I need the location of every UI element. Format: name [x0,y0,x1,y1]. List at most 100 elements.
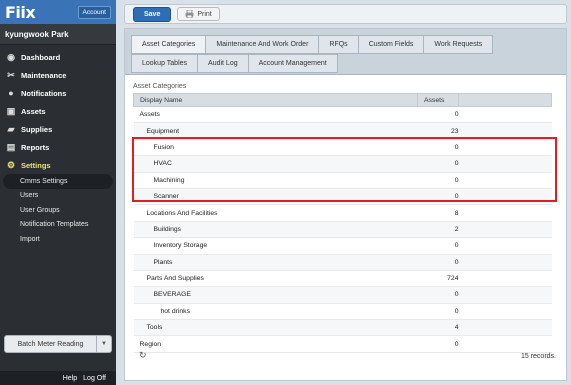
nav-label: Maintenance [21,70,67,80]
category-name: Buildings [133,221,418,239]
table-row[interactable]: Buildings 2 [133,221,552,239]
category-name: Region [133,335,418,353]
tools-icon: ✂ [7,69,15,80]
tab-asset-categories[interactable]: Asset Categories [131,35,207,54]
asset-count: 4 [417,319,459,337]
table-row[interactable]: Plants 0 [133,254,552,271]
main-panel: Asset Categories Maintenance And Work Ord… [124,28,567,381]
row-spacer [458,319,552,337]
asset-count: 2 [417,221,459,239]
asset-categories-table: Display Name Assets Assets 0 Equipment 23 Fu… [133,93,552,353]
row-spacer [458,286,552,304]
asset-count: 0 [417,155,459,173]
subnav-item-cmms-settings[interactable]: Cmms Settings [3,174,113,189]
category-name: Assets [133,106,418,124]
nav-item-assets[interactable]: ▣ Assets [0,102,116,120]
chevron-down-icon[interactable]: ▼ [96,336,111,352]
table-row[interactable]: Locations And Facilities 8 [133,204,552,222]
tab-rfqs[interactable]: RFQs [318,35,359,54]
asset-count: 8 [417,204,459,222]
table-row[interactable]: hot drinks 0 [133,303,552,321]
asset-count: 0 [417,139,459,157]
nav-label: Assets [21,106,46,116]
table-row[interactable]: Scanner 0 [133,188,552,206]
tab-row-2: Lookup Tables Audit Log Account Management [131,54,560,73]
settings-subnav: Cmms Settings Users User Groups Notificatio… [0,174,116,247]
table-row[interactable]: BEVERAGE 0 [133,286,552,304]
nav-item-supplies[interactable]: ▰ Supplies [0,120,116,138]
tab-audit-log[interactable]: Audit Log [197,54,249,73]
category-name: Inventory Storage [133,237,418,255]
brand-bar: Fiix Account [0,0,116,24]
toolbar: Save Print [124,4,567,24]
asset-count: 0 [417,286,459,304]
table-row[interactable]: Machining 0 [133,172,552,189]
subnav-item-import[interactable]: Import [0,232,116,247]
row-spacer [458,106,552,124]
account-button[interactable]: Account [77,5,111,19]
col-assets[interactable]: Assets [417,93,459,107]
help-link[interactable]: Help [63,375,77,382]
nav-item-maintenance[interactable]: ✂ Maintenance [0,66,116,84]
table-row[interactable]: Tools 4 [133,319,552,337]
table-row[interactable]: Equipment 23 [133,122,552,140]
row-spacer [458,139,552,157]
nav-label: Dashboard [21,52,61,62]
chat-icon: ● [8,88,14,98]
asset-count: 23 [417,122,459,140]
table-row[interactable]: Assets 0 [133,106,552,124]
category-name: Fusion [133,139,418,157]
row-spacer [458,237,552,255]
asset-count: 0 [417,335,459,353]
fiix-logo: Fiix [5,2,36,22]
tab-work-requests[interactable]: Work Requests [423,35,494,54]
row-spacer [458,188,552,206]
tab-custom-fields[interactable]: Custom Fields [357,35,425,54]
tab-row-1: Asset Categories Maintenance And Work Ord… [131,35,560,54]
asset-count: 0 [417,303,459,321]
category-name: BEVERAGE [133,286,418,304]
subnav-item-users[interactable]: Users [0,189,116,204]
category-name: Machining [133,172,418,189]
batch-meter-reading-label: Batch Meter Reading [17,340,84,348]
nav-item-settings[interactable]: ⚙ Settings [0,156,116,174]
content: Asset Categories Display Name Assets Ass… [125,75,566,359]
subnav-item-user-groups[interactable]: User Groups [0,203,116,218]
nav-label: Notifications [21,88,67,98]
category-name: Plants [133,254,418,271]
row-spacer [458,122,552,140]
table-row[interactable]: Fusion 0 [133,139,552,157]
asset-count: 0 [417,172,459,189]
row-spacer [458,155,552,173]
tab-lookup-tables[interactable]: Lookup Tables [131,54,199,73]
main-nav: ◉ Dashboard ✂ Maintenance ● Notifications ▣ Ass… [0,45,116,174]
table-row[interactable]: Region 0 [133,335,552,353]
print-button[interactable]: Print [177,7,220,21]
sidebar: Fiix Account kyungwook Park ◉ Dashboard ✂ M… [0,0,116,385]
logoff-link[interactable]: Log Off [83,375,106,382]
tab-maintenance-and-work-order[interactable]: Maintenance And Work Order [205,35,320,54]
col-spacer [458,93,552,107]
save-button[interactable]: Save [133,6,172,22]
gear-icon: ⚙ [6,159,16,170]
tabs-area: Asset Categories Maintenance And Work Ord… [125,29,566,75]
asset-count: 0 [417,237,459,255]
table-row[interactable]: HVAC 0 [133,155,552,173]
nav-label: Settings [21,160,51,170]
nav-item-reports[interactable]: ▤ Reports [0,138,116,156]
footer-links: Help Log Off [0,371,116,385]
tab-account-management[interactable]: Account Management [247,54,338,73]
nav-item-dashboard[interactable]: ◉ Dashboard [0,48,116,66]
batch-meter-reading-button[interactable]: Batch Meter Reading ▼ [4,335,112,353]
row-spacer [458,303,552,321]
category-name: Parts And Supplies [133,270,418,288]
col-display-name[interactable]: Display Name [133,93,418,107]
table-row[interactable]: Inventory Storage 0 [133,237,552,255]
subnav-item-notification-templates[interactable]: Notification Templates [0,218,116,233]
refresh-icon[interactable]: ↻ [139,350,147,361]
asset-count: 0 [417,254,459,271]
nav-item-notifications[interactable]: ● Notifications [0,84,116,102]
table-row[interactable]: Parts And Supplies 724 [133,270,552,288]
category-name: hot drinks [133,303,418,321]
row-spacer [458,254,552,271]
